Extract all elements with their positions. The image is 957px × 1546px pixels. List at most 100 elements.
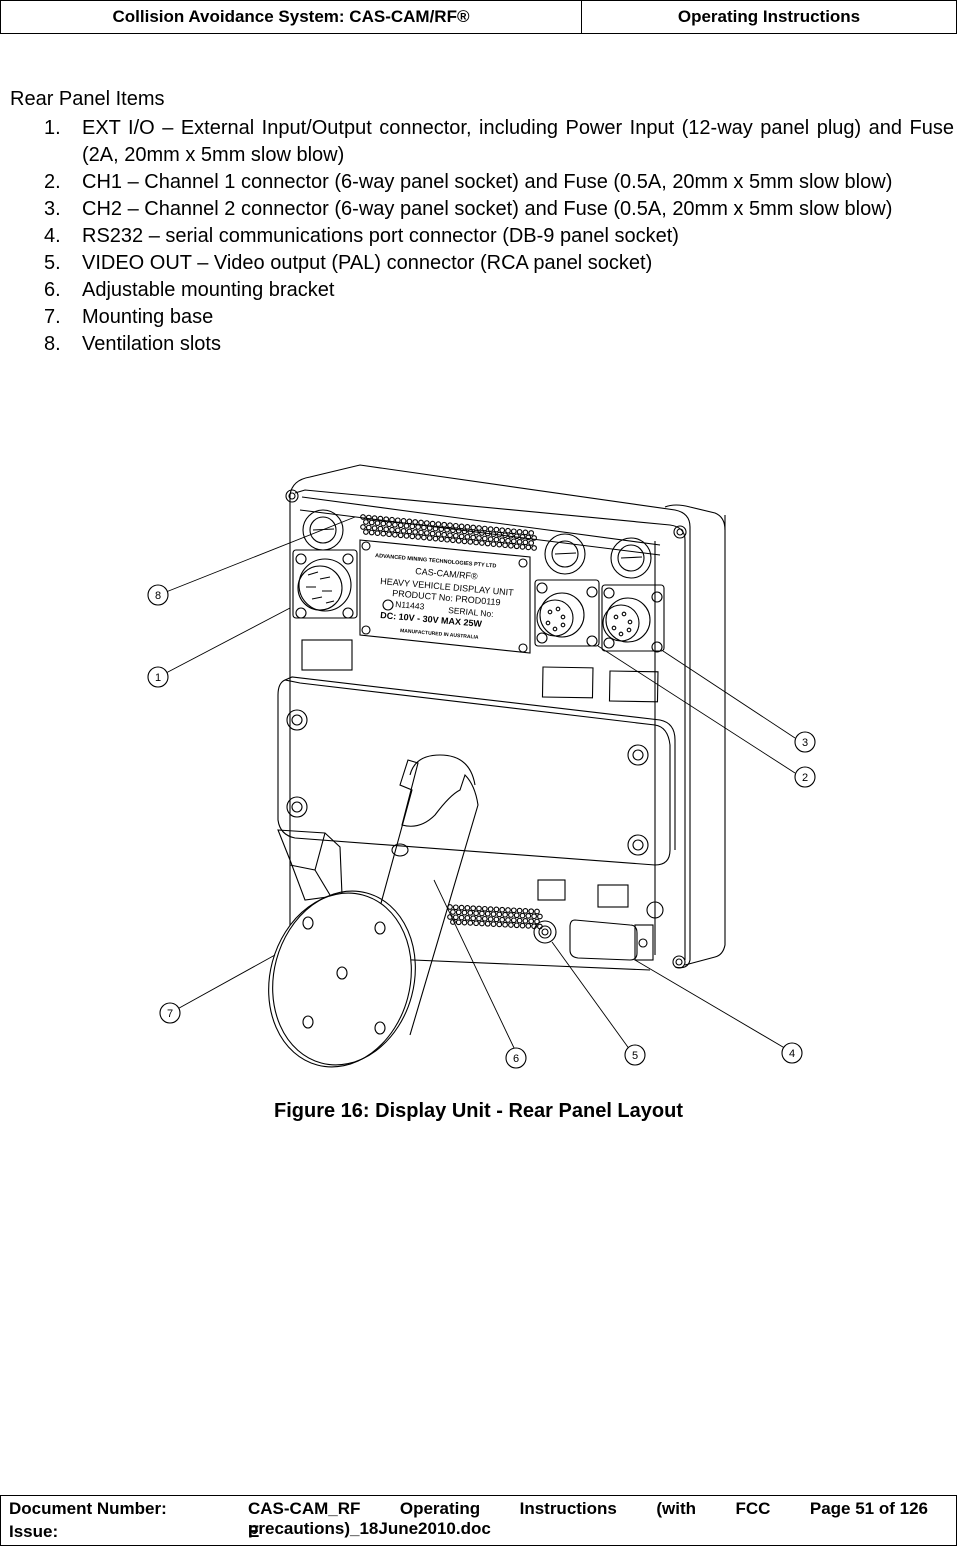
vent-hole — [467, 920, 474, 926]
callout-3: 3 — [794, 731, 816, 753]
vent-hole — [452, 532, 459, 539]
vent-hole — [531, 545, 537, 551]
fuse-holder-ch1 — [544, 533, 586, 575]
vent-hole — [461, 909, 468, 916]
ext-io-connector — [292, 549, 358, 619]
vent-hole — [510, 528, 517, 535]
vent-hole — [374, 520, 381, 526]
vent-hole — [522, 918, 529, 924]
vent-hole — [473, 910, 479, 917]
rs232-db9-connector — [569, 919, 654, 961]
svg-text:2: 2 — [802, 772, 808, 784]
vent-hole — [487, 916, 494, 922]
issue-label: Issue: — [9, 1522, 59, 1541]
vent-hole — [479, 540, 485, 546]
vent-hole — [447, 522, 453, 529]
section-title: Rear Panel Items — [10, 88, 165, 110]
vent-hole — [415, 534, 421, 540]
cutout — [301, 639, 353, 671]
vent-hole — [470, 534, 477, 541]
vent-hole — [496, 541, 503, 548]
vent-hole — [479, 910, 485, 917]
vent-hole — [479, 920, 485, 927]
vent-hole — [499, 527, 506, 534]
plate-cert: N11443 — [395, 599, 425, 612]
vent-hole — [499, 906, 506, 913]
vent-hole — [516, 528, 523, 535]
vent-hole — [487, 536, 494, 542]
vent-hole — [386, 521, 392, 528]
vent-hole — [365, 514, 372, 521]
vent-hole — [513, 543, 520, 550]
vent-hole — [392, 531, 398, 538]
vent-hole — [455, 919, 462, 926]
vent-hole — [473, 539, 479, 546]
vent-hole — [429, 520, 436, 527]
header-system-title: Collision Avoidance System: CAS-CAM/RF® — [1, 1, 582, 33]
vent-hole — [458, 904, 465, 911]
issue-value: E — [248, 1522, 260, 1541]
vent-hole — [374, 530, 381, 536]
list-item: 4. RS232 – serial communications port con… — [44, 225, 679, 247]
vent-hole — [464, 905, 471, 911]
vent-hole — [505, 527, 511, 534]
vent-hole — [513, 912, 520, 919]
vent-hole — [508, 542, 514, 549]
ventilation-slots-top — [360, 514, 537, 551]
list-item: 3. CH2 – Channel 2 connector (6-way panel… — [44, 198, 893, 220]
vent-hole — [487, 906, 494, 912]
figure-caption: Figure 16: Display Unit - Rear Panel Lay… — [274, 1100, 683, 1122]
vent-hole — [461, 919, 468, 926]
vent-hole — [508, 922, 514, 928]
video-out-rca-connector — [533, 920, 557, 944]
callout-5: 5 — [624, 1044, 646, 1066]
list-item: 8. Ventilation slots — [44, 333, 221, 355]
vent-hole — [499, 537, 506, 544]
page-footer: Document Number: CAS-CAM_RF Operating In… — [0, 1495, 957, 1546]
vent-hole — [481, 915, 488, 922]
callout-1: 1 — [147, 666, 169, 688]
vent-hole — [528, 540, 535, 546]
vent-hole — [450, 537, 456, 544]
vent-hole — [519, 912, 526, 919]
vent-hole — [452, 904, 459, 911]
vent-hole — [496, 921, 503, 928]
header-doc-type: Operating Instructions — [677, 7, 861, 26]
vent-hole — [522, 529, 529, 536]
vent-hole — [380, 530, 387, 537]
vent-hole — [508, 912, 514, 918]
vent-hole — [365, 524, 372, 531]
vent-hole — [432, 535, 439, 542]
vent-hole — [452, 914, 459, 921]
vent-hole — [418, 529, 424, 536]
rear-panel-drawing: ADVANCED MINING TECHNOLOGIES PTY LTD CAS… — [147, 464, 816, 1069]
vent-hole — [380, 520, 387, 527]
vent-hole — [421, 534, 427, 541]
vent-hole — [476, 535, 482, 541]
vent-hole — [516, 917, 523, 924]
page-header: Collision Avoidance System: CAS-CAM/RF® … — [0, 0, 957, 34]
ch1-connector — [534, 579, 600, 647]
svg-text:8: 8 — [155, 590, 161, 602]
vent-hole — [464, 524, 471, 530]
vent-hole — [423, 520, 430, 526]
fuse-holder-ch2 — [610, 537, 652, 579]
vent-hole — [458, 523, 465, 530]
vent-hole — [534, 908, 540, 915]
vent-hole — [522, 908, 529, 914]
callout-8: 8 — [147, 584, 169, 606]
vent-hole — [513, 922, 520, 929]
vent-hole — [528, 908, 535, 915]
vent-hole — [389, 526, 395, 533]
vent-hole — [363, 519, 369, 525]
vent-hole — [464, 915, 471, 921]
vent-hole — [403, 522, 410, 529]
svg-text:4: 4 — [789, 1048, 795, 1060]
callout-4: 4 — [781, 1042, 803, 1064]
vent-hole — [397, 522, 404, 529]
vent-hole — [525, 923, 532, 929]
vent-hole — [502, 921, 508, 928]
vent-hole — [455, 537, 462, 544]
svg-text:3: 3 — [802, 737, 808, 749]
vent-hole — [394, 527, 401, 534]
